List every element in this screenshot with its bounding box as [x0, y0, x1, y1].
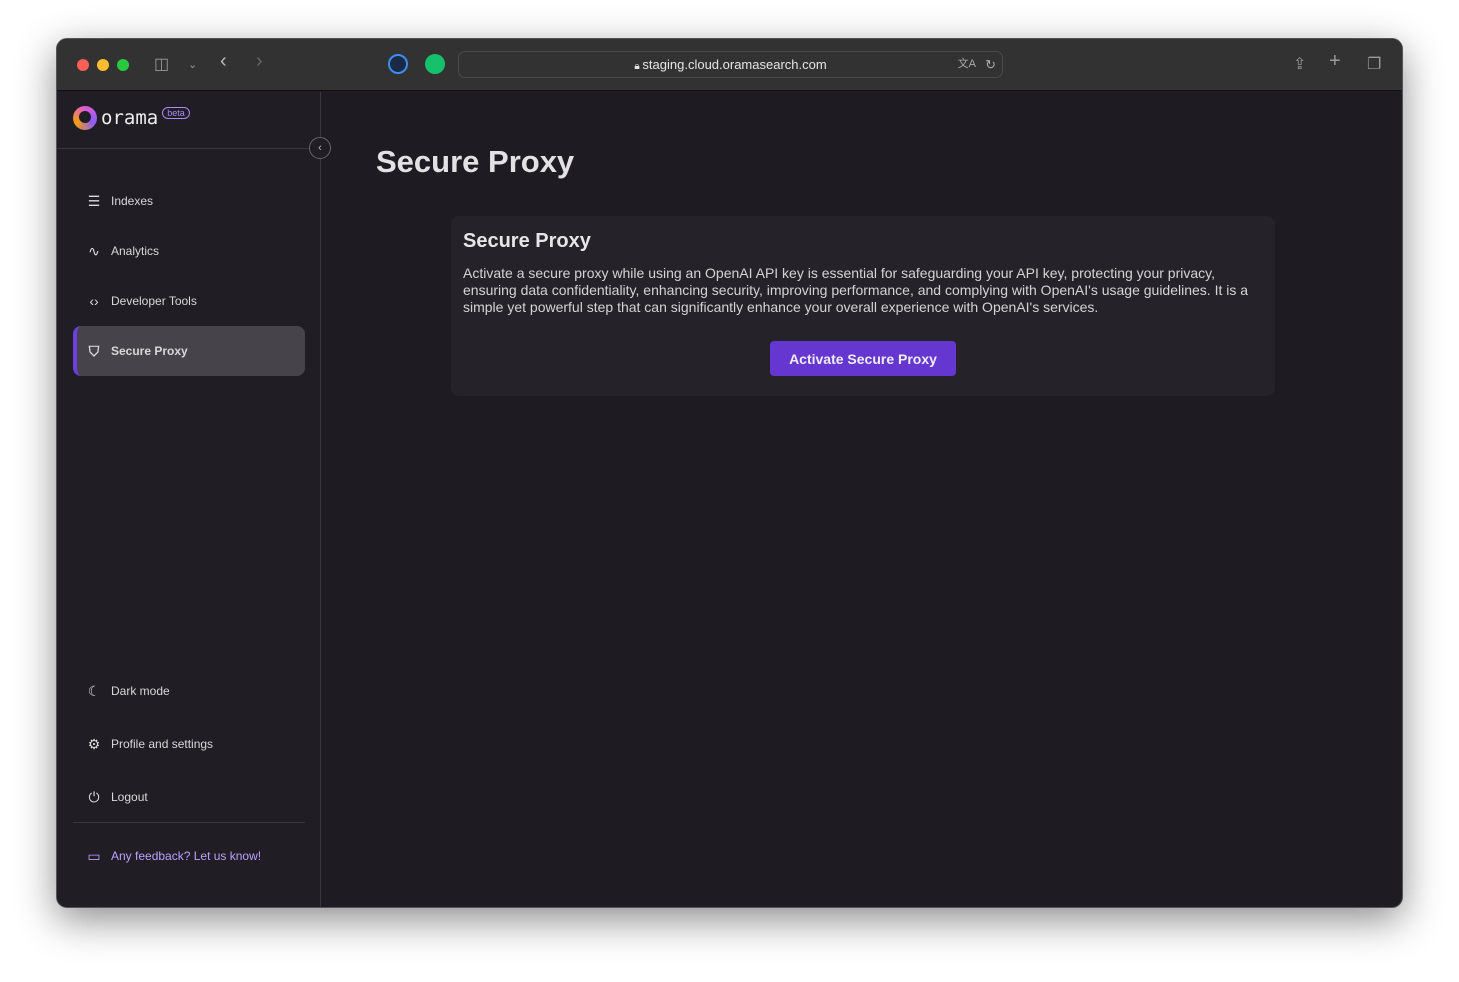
new-tab-icon[interactable]: +: [1329, 50, 1341, 73]
power-icon: ⏻: [88, 788, 100, 805]
sidebar-item-indexes[interactable]: ☰ Indexes: [73, 176, 305, 226]
sidebar-item-label: Logout: [111, 790, 148, 804]
sidebar: orama beta ‹ ☰ Indexes ∿ Analytics ‹› Devel…: [57, 92, 331, 907]
share-icon[interactable]: ⇪: [1293, 54, 1306, 74]
sidebar-item-secure-proxy[interactable]: ⛉ Secure Proxy: [73, 326, 305, 376]
sidebar-item-label: Developer Tools: [111, 294, 197, 308]
grammarly-icon[interactable]: [425, 54, 445, 74]
sidebar-toggle-icon[interactable]: ◫: [154, 54, 169, 74]
divider: [73, 822, 305, 823]
browser-toolbar: ◫ ⌄ ‹ › 🔒︎ staging.cloud.oramasearch.com…: [57, 39, 1402, 91]
database-icon: ☰: [87, 192, 101, 209]
page-title: Secure Proxy: [376, 144, 575, 179]
moon-icon: ☾: [87, 682, 101, 699]
reload-icon[interactable]: ↻: [985, 52, 996, 77]
tab-overview-icon[interactable]: ❐: [1367, 54, 1381, 74]
feedback-label: Any feedback? Let us know!: [111, 849, 262, 863]
sidebar-item-label: Profile and settings: [111, 737, 214, 751]
back-icon[interactable]: ‹: [220, 50, 227, 73]
beta-badge: beta: [162, 107, 190, 119]
sidebar-item-label: Indexes: [111, 194, 154, 208]
url-text: staging.cloud.oramasearch.com: [642, 57, 827, 72]
translate-icon[interactable]: 文A: [958, 52, 976, 77]
orama-logo[interactable]: orama beta: [73, 106, 190, 130]
message-icon: ▭: [87, 847, 101, 864]
close-window-button[interactable]: [77, 59, 89, 71]
chevron-down-icon[interactable]: ⌄: [188, 58, 197, 71]
divider: [57, 148, 321, 149]
code-icon: ‹›: [89, 293, 99, 309]
sidebar-item-label: Analytics: [111, 244, 160, 258]
card-title: Secure Proxy: [463, 230, 591, 252]
collapse-sidebar-button[interactable]: ‹: [309, 137, 331, 159]
sidebar-item-analytics[interactable]: ∿ Analytics: [73, 226, 305, 276]
sidebar-item-profile-settings[interactable]: ⚙ Profile and settings: [73, 719, 305, 769]
activity-icon: ∿: [88, 242, 100, 259]
browser-window: ◫ ⌄ ‹ › 🔒︎ staging.cloud.oramasearch.com…: [56, 38, 1403, 908]
secure-proxy-card: Secure Proxy Activate a secure proxy whi…: [451, 216, 1275, 396]
forward-icon[interactable]: ›: [256, 50, 263, 73]
logout-button[interactable]: ⏻ Logout: [73, 772, 305, 822]
orama-logo-icon: [73, 106, 97, 130]
gear-icon: ⚙: [87, 735, 101, 752]
brand-name: orama: [101, 107, 159, 129]
shield-icon: ⛉: [88, 342, 100, 359]
sidebar-item-label: Secure Proxy: [111, 344, 188, 358]
main-content: Secure Proxy Secure Proxy Activate a sec…: [322, 92, 1402, 907]
sidebar-item-label: Dark mode: [111, 684, 170, 698]
feedback-link[interactable]: ▭ Any feedback? Let us know!: [73, 831, 305, 881]
maximize-window-button[interactable]: [117, 59, 129, 71]
sidebar-item-developer-tools[interactable]: ‹› Developer Tools: [73, 276, 305, 326]
address-bar[interactable]: 🔒︎ staging.cloud.oramasearch.com 文A ↻: [458, 51, 1003, 78]
activate-secure-proxy-button[interactable]: Activate Secure Proxy: [770, 341, 956, 376]
card-description: Activate a secure proxy while using an O…: [463, 265, 1249, 315]
password-manager-icon[interactable]: [388, 54, 408, 74]
dark-mode-toggle[interactable]: ☾ Dark mode: [73, 666, 305, 716]
minimize-window-button[interactable]: [97, 59, 109, 71]
